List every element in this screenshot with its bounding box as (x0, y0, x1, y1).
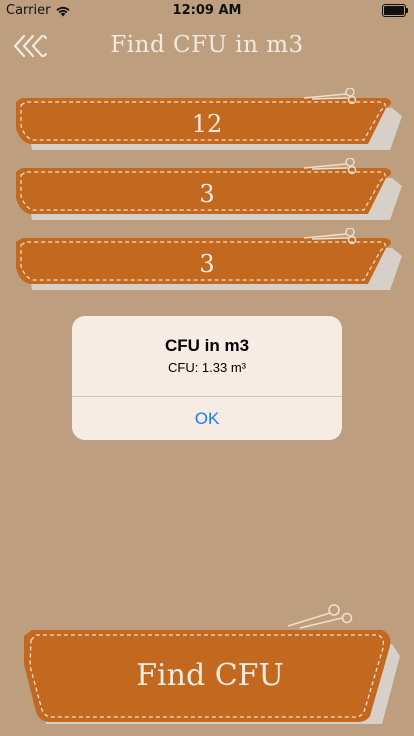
alert-message: CFU: 1.33 m³ (167, 360, 246, 375)
cfu-count-value: 12 (191, 110, 223, 138)
screen: Carrier 12:09 AM Find CFU in m3 12 3 3 F… (0, 0, 414, 736)
exposure-time-value: 3 (199, 250, 215, 278)
status-bar: Carrier 12:09 AM (0, 0, 414, 22)
plate-area-value: 3 (199, 180, 215, 208)
plate-area-field[interactable]: 3 (12, 158, 402, 224)
alert-title: CFU in m3 (164, 336, 250, 355)
page-title: Find CFU in m3 (110, 32, 304, 58)
status-time: 12:09 AM (172, 3, 242, 18)
find-cfu-label: Find CFU (136, 658, 284, 693)
result-alert: CFU in m3 CFU: 1.33 m³ OK (72, 316, 342, 440)
alert-ok-button[interactable]: OK (72, 397, 342, 440)
scissors-icon (287, 604, 353, 629)
find-cfu-button[interactable]: Find CFU (20, 604, 400, 726)
battery-icon (382, 4, 408, 17)
exposure-time-field[interactable]: 3 (12, 228, 402, 294)
cfu-count-field[interactable]: 12 (12, 88, 402, 154)
